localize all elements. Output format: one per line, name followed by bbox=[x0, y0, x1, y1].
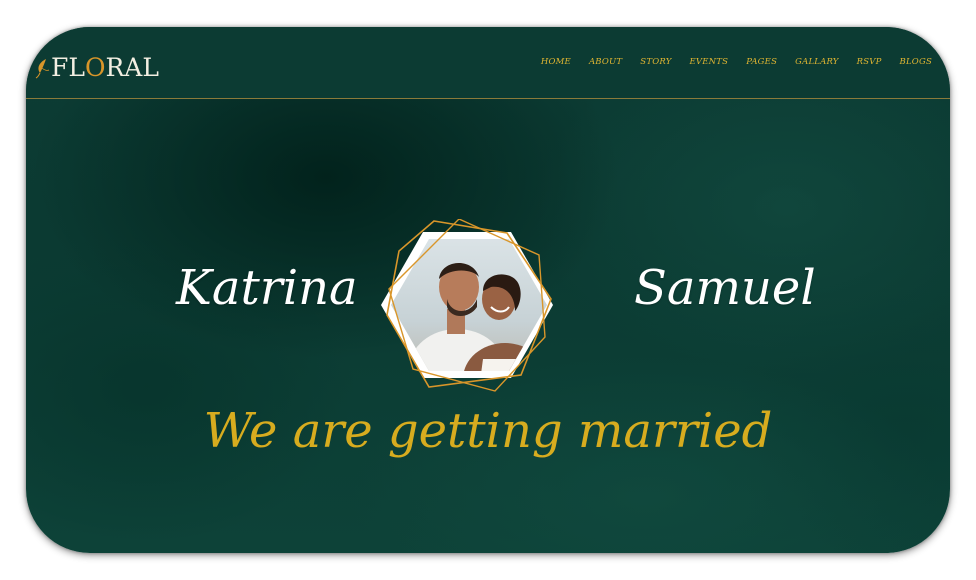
nav-pages[interactable]: PAGES bbox=[746, 57, 777, 67]
nav-home[interactable]: HOME bbox=[541, 57, 571, 67]
nav-blogs[interactable]: BLOGS bbox=[900, 57, 932, 67]
main-nav: HOME ABOUT STORY EVENTS PAGES GALLARY RS… bbox=[523, 57, 932, 67]
site-header: FLORAL HOME ABOUT STORY EVENTS PAGES GAL… bbox=[26, 27, 950, 99]
browser-viewport: FLORAL HOME ABOUT STORY EVENTS PAGES GAL… bbox=[26, 27, 950, 553]
logo-text: FLORAL bbox=[51, 53, 159, 82]
nav-about[interactable]: ABOUT bbox=[589, 57, 622, 67]
groom-name: Samuel bbox=[634, 260, 816, 316]
nav-story[interactable]: STORY bbox=[640, 57, 671, 67]
site-logo[interactable]: FLORAL bbox=[34, 53, 159, 82]
couple-photo bbox=[381, 219, 553, 392]
nav-rsvp[interactable]: RSVP bbox=[857, 57, 882, 67]
bride-name: Katrina bbox=[176, 260, 358, 316]
hero-tagline: We are getting married bbox=[203, 403, 773, 459]
nav-events[interactable]: EVENTS bbox=[690, 57, 729, 67]
leaf-icon bbox=[35, 58, 50, 78]
nav-gallary[interactable]: GALLARY bbox=[795, 57, 839, 67]
couple-photo-frame bbox=[379, 219, 559, 397]
